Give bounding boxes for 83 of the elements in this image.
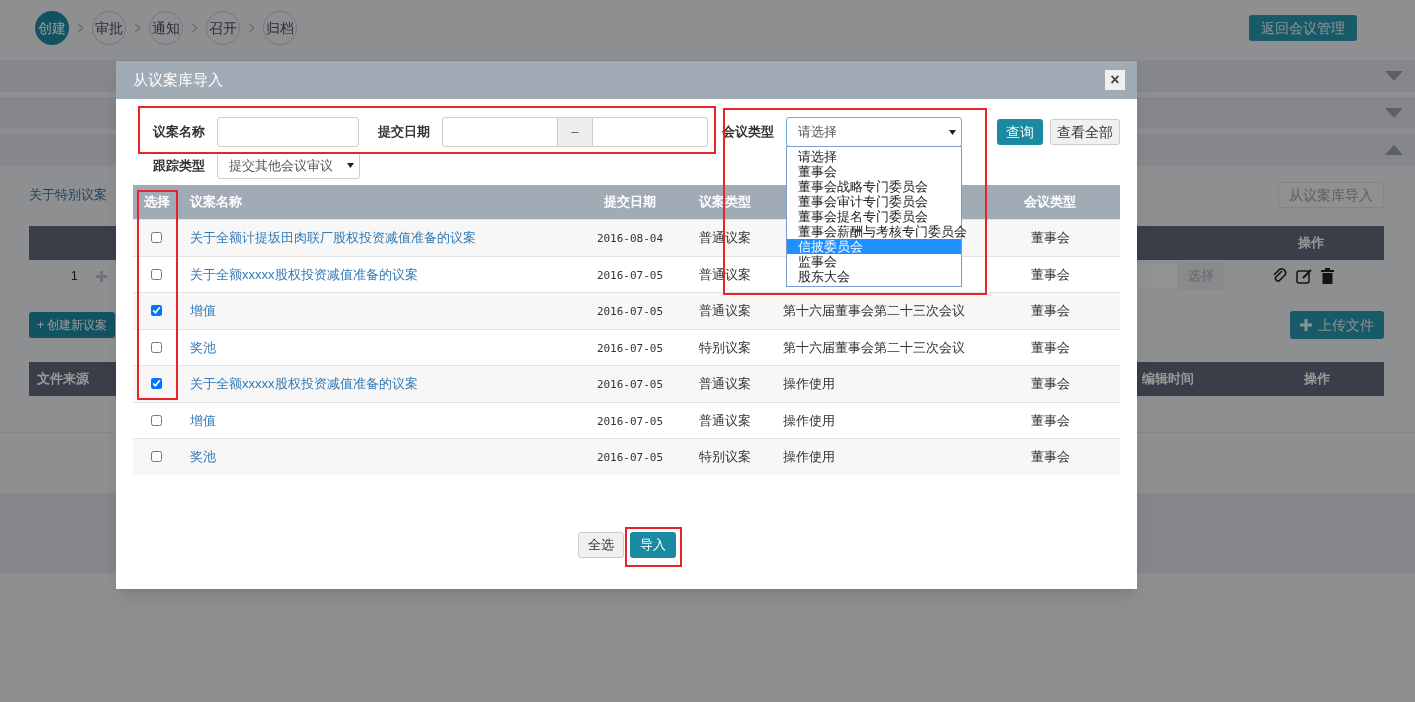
table-cell: 普通议案 — [699, 376, 751, 391]
create-proposal-button[interactable]: + 创建新议案 — [29, 312, 116, 338]
dropdown-option[interactable]: 股东大会 — [787, 269, 962, 284]
table-cell: 特别议案 — [699, 339, 751, 355]
table-cell: 普通议案 — [699, 412, 751, 428]
table-cell: 董事会 — [1030, 376, 1070, 391]
table-cell: 普通议案 — [699, 303, 751, 318]
row-checkbox[interactable] — [151, 305, 162, 317]
column-header: 选择 — [143, 194, 170, 210]
caret-icon — [347, 163, 354, 168]
field-label: 提交日期 — [378, 123, 432, 142]
row-checkbox[interactable] — [151, 341, 162, 353]
table-cell: 董事会 — [1030, 230, 1070, 245]
table-cell: 董事会 — [1030, 303, 1070, 318]
back-button[interactable]: 返回会议管理 — [1249, 15, 1357, 41]
dropdown-option[interactable]: 董事会提名专门委员会 — [787, 209, 962, 224]
table-cell: 董事会 — [1030, 449, 1070, 464]
proposal-link[interactable]: 关于特别议案 — [29, 185, 107, 205]
dropdown-option[interactable]: 董事会审计专门委员会 — [787, 194, 962, 209]
dropdown-option[interactable]: 请选择 — [787, 149, 962, 164]
dropdown-option[interactable]: 董事会 — [787, 164, 962, 179]
paperclip-icon[interactable] — [1272, 268, 1288, 284]
field-label: 跟踪类型 — [153, 156, 206, 175]
row-checkbox[interactable] — [151, 232, 162, 244]
table-cell: 董事会 — [1030, 339, 1070, 355]
dropdown-option[interactable]: 董事会战略专门委员会 — [787, 179, 962, 194]
import-button[interactable]: 导入 — [629, 531, 676, 558]
chevron-icon — [192, 24, 197, 32]
column-header: 会议类型 — [1024, 194, 1076, 210]
dropdown-option[interactable]: 信披委员会 — [787, 239, 962, 254]
table-cell: 董事会 — [1030, 266, 1070, 282]
table-cell: 第十六届董事会第二十三次会议 — [783, 303, 965, 318]
highlight-frame — [625, 527, 682, 567]
trash-icon[interactable] — [1321, 268, 1334, 284]
start-date-field[interactable] — [442, 117, 558, 147]
column-header: 操作 — [1298, 234, 1324, 253]
proposal-link[interactable]: 奖池 — [190, 449, 216, 464]
end-date-field[interactable] — [591, 117, 709, 147]
table-cell: 董事会 — [1030, 412, 1070, 428]
chevron-icon — [78, 24, 83, 32]
proposal-link[interactable]: 奖池 — [190, 339, 216, 355]
proposal-link[interactable]: 关于全额xxxxx股权投资减值准备的议案 — [190, 266, 418, 282]
table-cell: 2016-08-04 — [596, 232, 664, 245]
plus-icon — [1300, 319, 1312, 331]
proposal-link[interactable]: 关于全额xxxxx股权投资减值准备的议案 — [190, 376, 418, 391]
track-type-select[interactable]: 提交其他会议审议 — [217, 152, 360, 179]
row-checkbox[interactable] — [151, 378, 162, 390]
column-header: 操作 — [1304, 370, 1330, 389]
chevron-icon — [135, 24, 140, 32]
table-cell: 操作使用 — [783, 376, 835, 391]
row-checkbox[interactable] — [151, 414, 162, 426]
table-cell: 操作使用 — [783, 449, 835, 464]
date-separator: – — [557, 117, 592, 147]
table-cell: 第十六届董事会第二十三次会议 — [783, 339, 965, 355]
proposal-link[interactable]: 关于全额计提坂田肉联厂股权投资减值准备的议案 — [190, 230, 476, 245]
table-cell: 2016-07-05 — [596, 451, 664, 464]
table-cell: 2016-07-05 — [596, 414, 664, 428]
field-label: 议案名称 — [153, 123, 206, 142]
upload-button[interactable]: 上传文件 — [1290, 311, 1384, 339]
column-header: 文件来源 — [37, 370, 89, 389]
modal-title: 从议案库导入 — [133, 69, 223, 90]
name-field[interactable] — [216, 117, 360, 147]
table-cell: 2016-07-05 — [596, 378, 664, 391]
close-button[interactable]: × — [1105, 70, 1125, 90]
column-header: 议案名称 — [190, 194, 242, 210]
select-all-button[interactable]: 全选 — [577, 531, 624, 558]
row-checkbox[interactable] — [151, 451, 162, 463]
proposal-link[interactable]: 增值 — [190, 412, 216, 428]
column-header: 提交日期 — [604, 194, 656, 210]
row-checkbox[interactable] — [151, 268, 162, 280]
table-cell: 特别议案 — [699, 449, 751, 464]
chevron-icon — [249, 24, 254, 32]
table-cell: 操作使用 — [783, 412, 835, 428]
table-cell: 2016-07-05 — [596, 305, 664, 318]
proposal-link[interactable]: 增值 — [190, 303, 216, 318]
table-cell: 2016-07-05 — [596, 341, 664, 355]
column-header: 编辑时间 — [1142, 370, 1194, 389]
table-cell: 2016-07-05 — [596, 268, 664, 282]
row-number: 1 — [71, 268, 78, 285]
query-button[interactable]: 查询 — [997, 119, 1044, 145]
edit-icon[interactable] — [1296, 268, 1313, 284]
view-all-button[interactable]: 查看全部 — [1050, 119, 1120, 145]
dropdown-option[interactable]: 监事会 — [787, 254, 962, 269]
